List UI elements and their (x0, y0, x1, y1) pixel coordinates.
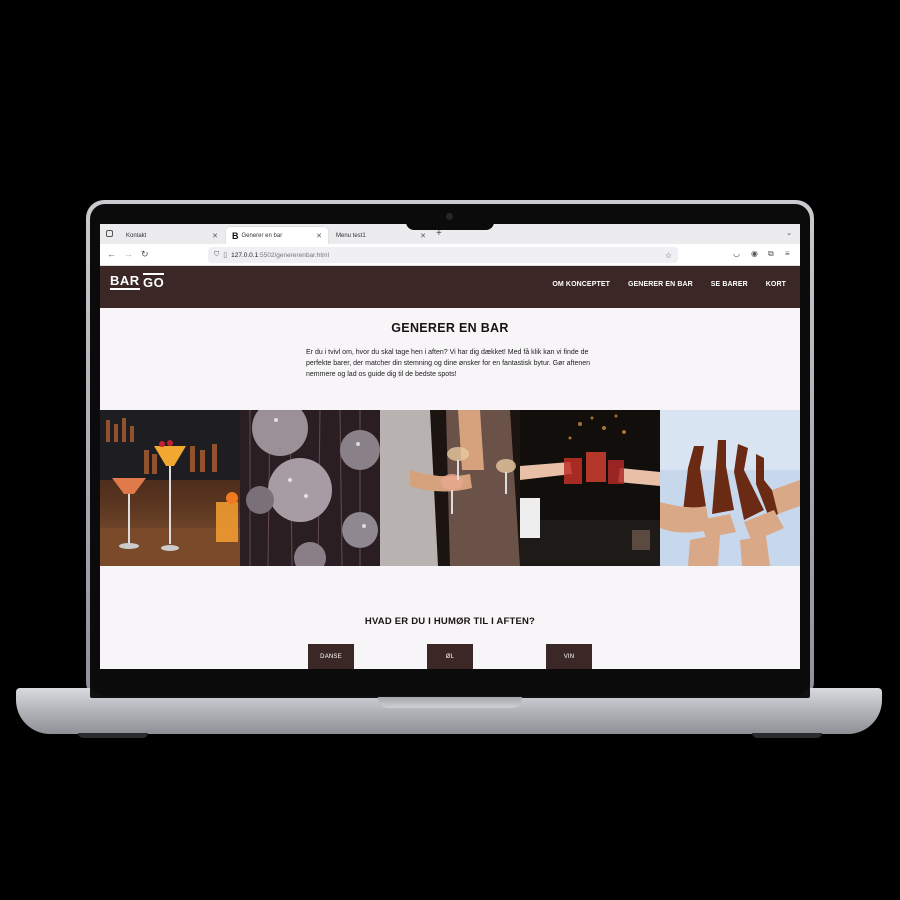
nav-om-konceptet[interactable]: OM KONCEPTET (552, 281, 610, 288)
disco-balls-photo (240, 410, 380, 566)
nav-se-barer[interactable]: SE BARER (711, 281, 748, 288)
mood-heading: HVAD ER DU I HUMØR TIL I AFTEN? (364, 616, 536, 627)
star-icon[interactable]: ☆ (665, 251, 672, 260)
extensions-icon[interactable]: ⧉ (768, 249, 774, 259)
beer-bottles-photo (660, 410, 800, 566)
browser-toolbar: ← → ↻ ⛉ ▯ 127.0.0.1:5502/genererenbar.ht… (100, 244, 800, 266)
chevron-down-icon[interactable]: ⌄ (786, 229, 792, 237)
bargo-logo[interactable]: BAR GO (110, 273, 164, 290)
site-nav-links: OM KONCEPTET GENERER EN BAR SE BARER KOR… (552, 281, 786, 288)
forward-arrow-icon[interactable]: → (124, 249, 133, 259)
laptop-foot-left (78, 733, 148, 738)
tab-label: Menu test1 (336, 232, 366, 239)
laptop-foot-right (752, 733, 822, 738)
back-arrow-icon[interactable]: ← (107, 249, 116, 259)
screen: Kontakt ✕ B Generer en bar ✕ Menu test1 … (100, 224, 800, 669)
website: BAR GO OM KONCEPTET GENERER EN BAR SE BA… (100, 266, 800, 669)
tab-label: Kontakt (126, 232, 147, 239)
address-host: 127.0.0.1 (231, 251, 259, 259)
logo-text-top: BAR (110, 273, 140, 288)
close-icon[interactable]: ✕ (316, 232, 322, 240)
logo-underline (110, 288, 140, 290)
nav-kort[interactable]: KORT (766, 281, 786, 288)
cocktails-photo (100, 410, 240, 566)
tab-overview-icon[interactable] (106, 230, 113, 237)
photo-gallery (100, 410, 800, 566)
screenshot-stage: Kontakt ✕ B Generer en bar ✕ Menu test1 … (0, 0, 900, 900)
logo-text-bottom: GO (143, 275, 165, 290)
tab-kontakt[interactable]: Kontakt ✕ (120, 227, 224, 244)
bargo-favicon-icon: B (232, 230, 239, 241)
friends-toasting-photo (380, 410, 520, 566)
menu-icon[interactable]: ≡ (785, 249, 790, 258)
camera-icon (446, 213, 453, 220)
reload-icon[interactable]: ↻ (141, 249, 149, 260)
intro-text: Er du i tvivl om, hvor du skal tage hen … (306, 349, 591, 378)
shield-icon: ⛉ (214, 251, 220, 258)
address-path: :5502/genererenbar.html (258, 251, 330, 259)
pocket-icon[interactable]: ◡ (733, 249, 740, 258)
tab-generer-en-bar[interactable]: B Generer en bar ✕ (226, 227, 328, 244)
address-bar[interactable]: ⛉ ▯ 127.0.0.1:5502/genererenbar.html ☆ (208, 247, 678, 263)
page-title: GENERER EN BAR (391, 321, 509, 335)
close-icon[interactable]: ✕ (212, 232, 218, 240)
page-icon: ▯ (223, 252, 228, 259)
close-icon[interactable]: ✕ (420, 232, 426, 240)
red-cocktails-photo (520, 410, 660, 566)
tab-label: Generer en bar (241, 232, 283, 239)
site-navbar: BAR GO OM KONCEPTET GENERER EN BAR SE BA… (100, 266, 800, 308)
nav-generer-en-bar[interactable]: GENERER EN BAR (628, 281, 693, 288)
vin-button[interactable]: VIN (546, 644, 592, 669)
account-icon[interactable]: ◉ (751, 249, 758, 258)
laptop-opening-notch (378, 697, 522, 708)
ol-button[interactable]: ØL (427, 644, 473, 669)
danse-button[interactable]: DANSE (308, 644, 354, 669)
